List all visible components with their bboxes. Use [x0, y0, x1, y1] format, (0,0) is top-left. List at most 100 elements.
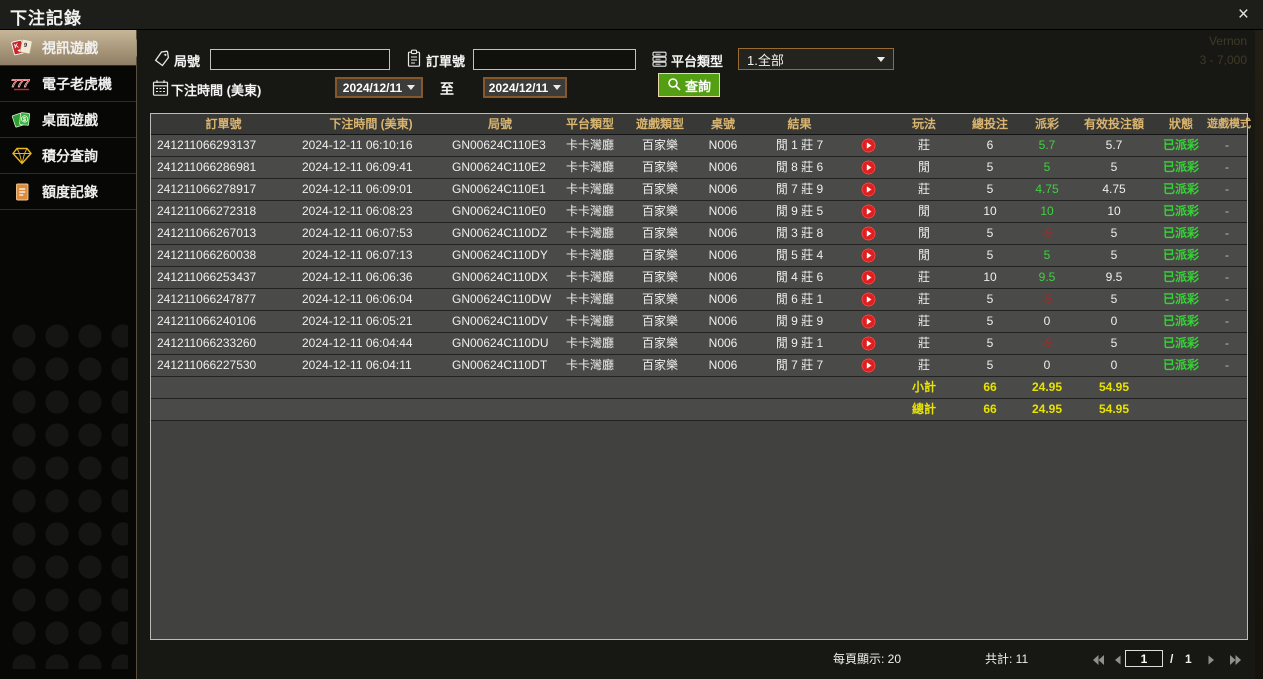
video-cards-icon: K ♥ 9 [10, 38, 34, 58]
play-video-icon[interactable] [847, 223, 889, 244]
cell-status: 已派彩 [1162, 248, 1199, 262]
dimmed-bg-text: Vernon 3 - 7,000 [1199, 34, 1247, 67]
cell-status: 已派彩 [1162, 204, 1199, 218]
cell-play-type: 閒 [917, 226, 930, 240]
table-row: 241211066240106 2024-12-11 06:05:21 GN0062… [151, 311, 1247, 333]
sidebar-item-label: 電子老虎機 [42, 75, 112, 92]
cell-result: 閒 9 莊 9 [775, 314, 824, 328]
round-filter-label: 局號 [174, 54, 201, 69]
cell-order-number: 241211066278917 [157, 182, 257, 196]
cell-platform-type: 卡卡灣廳 [565, 270, 614, 284]
column-header: 遊戲模式 [1207, 118, 1251, 130]
cell-round-number: GN00624C110E3 [452, 138, 546, 152]
query-button[interactable]: 查詢 [658, 73, 721, 97]
play-video-icon[interactable] [847, 179, 889, 200]
cell-valid-bet: 9.5 [1105, 270, 1123, 284]
cell-order-number: 241211066227530 [157, 358, 257, 372]
cell-game-type: 百家樂 [641, 204, 678, 218]
next-page-icon[interactable] [1207, 653, 1216, 671]
cell-table-number: N006 [708, 270, 738, 284]
cell-total-bet: 5 [986, 358, 994, 372]
order-filter-label: 訂單號 [426, 54, 466, 69]
cell-total-bet: 5 [986, 226, 994, 240]
cell-total-bet: 6 [986, 138, 994, 152]
cell-total-bet: 5 [986, 182, 994, 196]
cell-game-type: 百家樂 [641, 226, 678, 240]
last-page-icon[interactable] [1229, 653, 1243, 671]
play-video-icon[interactable] [847, 333, 889, 354]
cell-game-type: 百家樂 [641, 314, 678, 328]
platform-select[interactable]: 1.全部 [738, 48, 894, 70]
close-icon[interactable]: × [1238, 3, 1249, 27]
table-row: 241211066293137 2024-12-11 06:10:16 GN0062… [151, 135, 1247, 157]
sidebar-item-label: 積分查詢 [42, 147, 98, 164]
per-page-label: 每頁顯示: 20 [833, 652, 902, 666]
platform-select-value: 1.全部 [747, 52, 784, 68]
first-page-icon[interactable] [1091, 653, 1105, 671]
cell-valid-bet: 10 [1107, 204, 1121, 218]
prev-page-icon[interactable] [1113, 653, 1122, 671]
sidebar-item-points[interactable]: 積分查詢 [0, 138, 136, 174]
sidebar-item-slots[interactable]: 777 電子老虎機 [0, 66, 136, 102]
total-count-label: 共計: 11 [985, 652, 1029, 666]
play-video-icon[interactable] [847, 135, 889, 156]
column-header-spacer [847, 114, 889, 134]
cell-payout: 9.5 [1038, 270, 1056, 284]
cell-total-bet: 10 [983, 270, 997, 284]
cell-round-number: GN00624C110DV [452, 314, 548, 328]
cell-total-bet: 5 [986, 292, 994, 306]
cell-valid-bet: 5 [1110, 336, 1118, 350]
subtotal-row: 小計 66 24.95 54.95 [151, 377, 1247, 399]
main-panel: Vernon 3 - 7,000 局號 訂單號 平台類型 1.全部 下注時間 (… [137, 30, 1263, 679]
sidebar-item-table-games[interactable]: $ 桌面遊戲 [0, 102, 136, 138]
play-video-icon[interactable] [847, 267, 889, 288]
table-row: 241211066233260 2024-12-11 06:04:44 GN0062… [151, 333, 1247, 355]
play-video-icon[interactable] [847, 289, 889, 310]
cell-platform-type: 卡卡灣廳 [565, 248, 614, 262]
sidebar-item-quota[interactable]: 額度記錄 [0, 174, 136, 210]
grand-total-row: 總計 66 24.95 54.95 [151, 399, 1247, 421]
table-row: 241211066227530 2024-12-11 06:04:11 GN0062… [151, 355, 1247, 377]
play-video-icon[interactable] [847, 355, 889, 376]
cell-result: 閒 5 莊 4 [775, 248, 824, 262]
play-video-icon[interactable] [847, 311, 889, 332]
cell-game-mode: - [1225, 160, 1229, 174]
cell-valid-bet: 4.75 [1102, 182, 1126, 196]
cell-total-bet: 5 [986, 248, 994, 262]
cell-valid-bet: 5 [1110, 292, 1118, 306]
play-video-icon[interactable] [847, 157, 889, 178]
cell-table-number: N006 [708, 226, 738, 240]
cell-play-type: 閒 [917, 160, 930, 174]
cell-order-number: 241211066247877 [157, 292, 257, 306]
date-from-picker[interactable]: 2024/12/11 [335, 77, 423, 98]
slot-777-icon: 777 [10, 75, 34, 93]
cell-bet-time: 2024-12-11 06:09:41 [302, 160, 413, 174]
sidebar-item-video-games[interactable]: K ♥ 9 視訊遊戲 [0, 30, 146, 66]
cell-valid-bet: 5.7 [1105, 138, 1123, 152]
play-video-icon[interactable] [847, 201, 889, 222]
cell-payout: 0 [1043, 358, 1051, 372]
play-video-icon[interactable] [847, 245, 889, 266]
cell-order-number: 241211066286981 [157, 160, 257, 174]
cell-total-bet: 10 [983, 204, 997, 218]
cell-payout: 4.75 [1035, 182, 1059, 196]
cell-table-number: N006 [708, 358, 738, 372]
column-header: 有效投注額 [1083, 117, 1144, 131]
page-number-input[interactable] [1125, 650, 1163, 667]
bet-time-filter-label: 下注時間 (美東) [171, 83, 262, 98]
cell-status: 已派彩 [1162, 292, 1199, 306]
table-row: 241211066286981 2024-12-11 06:09:41 GN0062… [151, 157, 1247, 179]
round-input[interactable] [210, 49, 390, 70]
cell-valid-bet: 5 [1110, 226, 1118, 240]
column-header: 局號 [487, 117, 512, 131]
cell-order-number: 241211066253437 [157, 270, 257, 284]
cell-platform-type: 卡卡灣廳 [565, 160, 614, 174]
cell-game-type: 百家樂 [641, 248, 678, 262]
cell-round-number: GN00624C110DZ [452, 226, 548, 240]
order-input[interactable] [473, 49, 636, 70]
points-diamond-icon [10, 147, 34, 165]
column-header: 桌號 [710, 117, 735, 131]
cell-payout: 10 [1040, 204, 1054, 218]
cell-game-type: 百家樂 [641, 336, 678, 350]
date-to-picker[interactable]: 2024/12/11 [483, 77, 567, 98]
